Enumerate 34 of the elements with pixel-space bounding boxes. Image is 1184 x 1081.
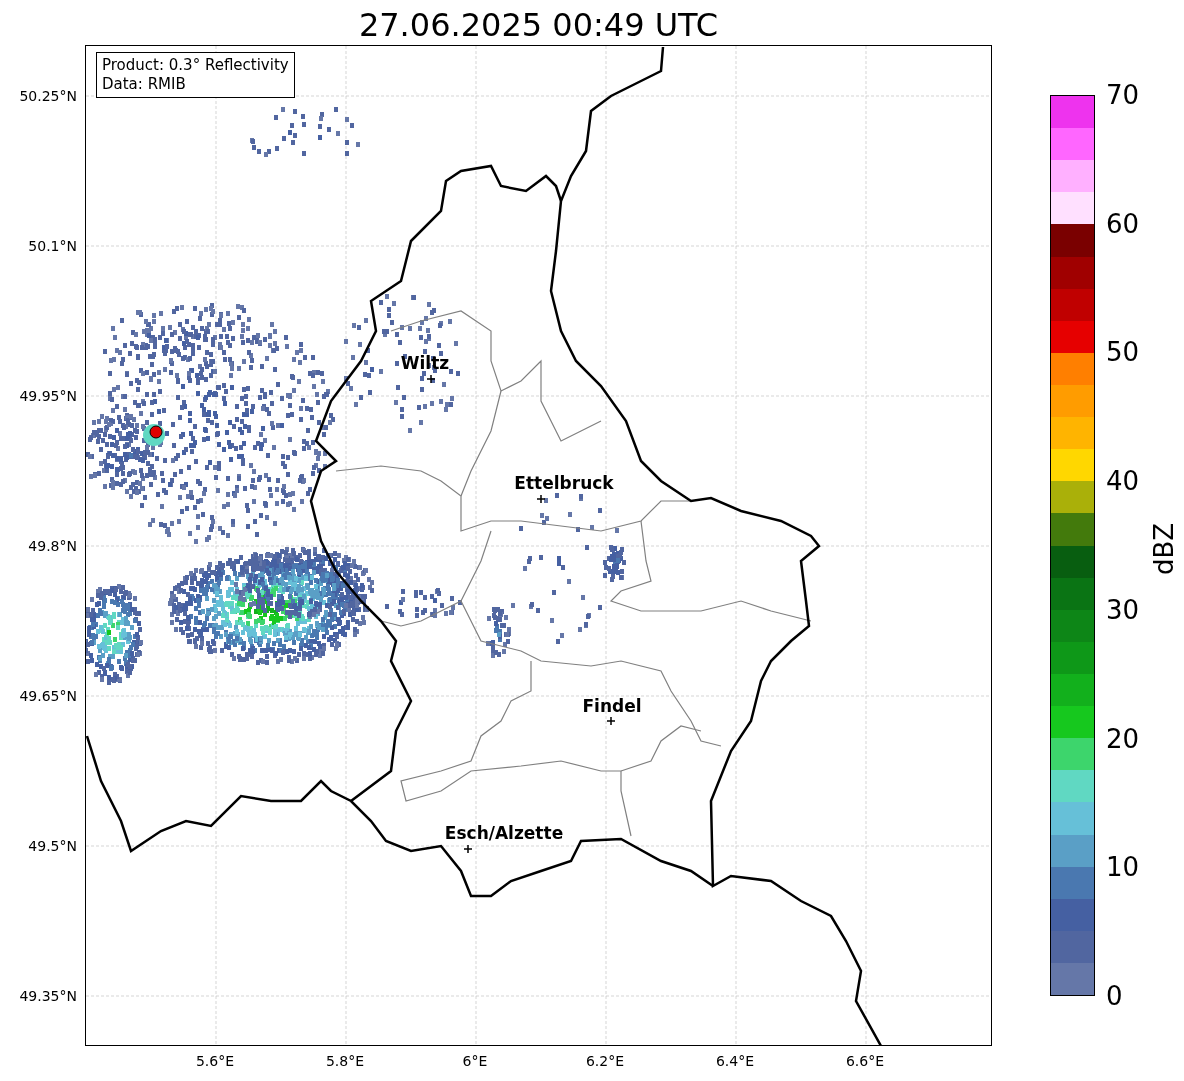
colorbar-tick-label: 0 bbox=[1106, 983, 1123, 1009]
info-text: Data: RMIB bbox=[102, 74, 187, 94]
radar-site-marker bbox=[143, 424, 165, 446]
colorbar-tick-label: 50 bbox=[1106, 339, 1140, 366]
longitude-label: 5.8°E bbox=[325, 1054, 365, 1068]
latitude-label: 49.35°N bbox=[19, 989, 77, 1003]
colorbar-tick-label: 40 bbox=[1106, 468, 1140, 495]
longitude-label: 6.4°E bbox=[715, 1054, 755, 1068]
colorbar-tick-label: 20 bbox=[1106, 725, 1140, 752]
latitude-label: 49.5°N bbox=[28, 839, 77, 853]
city-label: Ettelbruck bbox=[514, 474, 614, 492]
latitude-label: 50.1°N bbox=[28, 239, 77, 253]
colorbar-label: dBZ bbox=[1151, 522, 1177, 575]
colorbar-tick-label: 60 bbox=[1106, 210, 1140, 237]
city-marker-icon bbox=[606, 716, 616, 726]
city-label: Findel bbox=[582, 697, 642, 715]
longitude-label: 6°E bbox=[462, 1054, 488, 1068]
longitude-label: 5.6°E bbox=[195, 1054, 235, 1068]
city-marker-icon bbox=[426, 374, 436, 384]
info-text: Product: 0.3° Reflectivity bbox=[102, 56, 289, 75]
latitude-label: 50.25°N bbox=[19, 89, 77, 103]
longitude-label: 6.6°E bbox=[845, 1054, 885, 1068]
city-marker-icon bbox=[463, 844, 473, 854]
city-label: Esch/Alzette bbox=[444, 824, 564, 842]
city-label: Wiltz bbox=[400, 354, 450, 372]
plot-title: 27.06.2025 00:49 UTC bbox=[357, 9, 720, 45]
city-marker-icon bbox=[536, 494, 546, 504]
latitude-label: 49.65°N bbox=[19, 689, 77, 703]
longitude-label: 6.2°E bbox=[585, 1054, 625, 1068]
latitude-label: 49.8°N bbox=[28, 539, 77, 553]
colorbar-tick-label: 10 bbox=[1106, 854, 1140, 881]
latitude-label: 49.95°N bbox=[19, 389, 77, 403]
colorbar-tick-label: 70 bbox=[1106, 82, 1140, 108]
colorbar-tick-label: 30 bbox=[1106, 596, 1140, 623]
